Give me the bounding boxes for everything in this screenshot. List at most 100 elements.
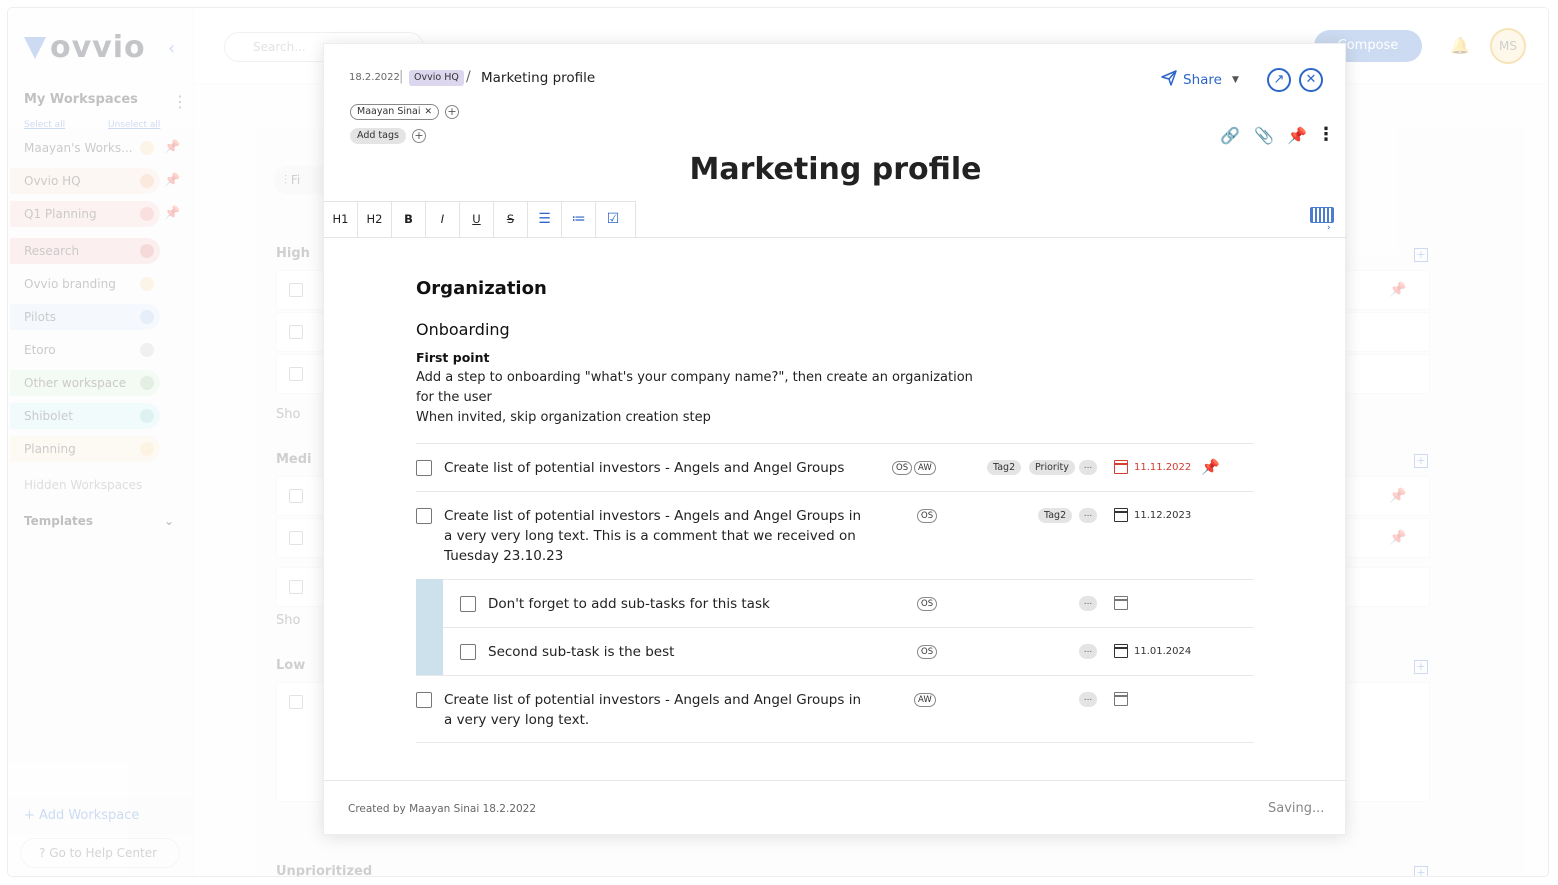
workspace-item[interactable]: Planning [10, 436, 160, 462]
workspace-item[interactable]: Other workspace [10, 370, 160, 396]
heading-1[interactable]: Organization [416, 278, 547, 299]
assignee-chip[interactable]: Maayan Sinai ✕ [350, 104, 440, 120]
paragraph[interactable]: When invited, skip organization creation… [416, 408, 996, 428]
h2-button[interactable]: H2 [358, 202, 392, 237]
due-date[interactable]: 11.11.2022 [1134, 462, 1191, 473]
checkbox[interactable] [289, 489, 303, 503]
bold-paragraph[interactable]: First point [416, 350, 489, 365]
link-add-icon[interactable]: 🔗 [1220, 126, 1240, 145]
task-checkbox[interactable] [416, 692, 432, 708]
task-text[interactable]: Create list of potential investors - Ang… [444, 458, 884, 478]
add-workspace-button[interactable]: + Add Workspace [8, 798, 194, 834]
workspace-item[interactable]: Ovvio branding [10, 271, 160, 297]
add-card-icon[interactable]: + [1414, 866, 1428, 876]
help-center-button[interactable]: ? Go to Help Center [20, 838, 180, 868]
h1-button[interactable]: H1 [324, 202, 358, 237]
checkbox[interactable] [289, 367, 303, 381]
workspace-item[interactable]: Pilots [10, 304, 160, 330]
pin-icon[interactable]: 📌 [1389, 530, 1406, 546]
workspace-item[interactable]: Research [10, 238, 160, 264]
numbered-list-icon[interactable]: ☰ [528, 202, 562, 237]
task-text[interactable]: Second sub-task is the best [488, 642, 868, 662]
avatar[interactable]: MS [1490, 28, 1526, 64]
keyboard-icon[interactable] [1310, 207, 1334, 223]
workspace-item[interactable]: Q1 Planning [10, 201, 160, 227]
bold-button[interactable]: B [392, 202, 426, 237]
checkbox[interactable] [289, 325, 303, 339]
workspace-item[interactable]: Maayan's Works... [10, 135, 160, 161]
due-date[interactable]: 11.12.2023 [1134, 510, 1191, 521]
checkbox[interactable] [289, 531, 303, 545]
pin-icon[interactable]: 📌 [164, 206, 180, 221]
open-fullscreen-icon[interactable]: ↗ [1267, 68, 1291, 92]
remove-icon[interactable]: ✕ [424, 107, 432, 117]
add-card-icon[interactable]: + [1414, 454, 1428, 468]
task-checkbox[interactable] [460, 596, 476, 612]
assignee-badge[interactable]: OS [917, 597, 938, 611]
add-card-icon[interactable]: + [1414, 248, 1428, 262]
hidden-workspaces[interactable]: Hidden Workspaces [24, 478, 142, 492]
add-tags-chip[interactable]: Add tags [350, 128, 406, 144]
tag-chip[interactable]: Tag2 [1038, 508, 1073, 523]
tag-chip[interactable]: Priority [1029, 460, 1075, 475]
add-due-date-icon[interactable] [1114, 596, 1128, 610]
assignee-badge[interactable]: OS [917, 645, 938, 659]
assignee-badge[interactable]: OS [892, 461, 913, 475]
due-date[interactable]: 11.01.2024 [1134, 646, 1191, 657]
task-text[interactable]: Don't forget to add sub-tasks for this t… [488, 594, 868, 614]
page-title[interactable]: Marketing profile [324, 152, 1347, 187]
checkbox[interactable] [289, 695, 303, 709]
pin-icon[interactable]: 📌 [1389, 488, 1406, 504]
more-tags-chip[interactable]: ... [1079, 596, 1097, 611]
bell-icon[interactable]: 🔔 [1450, 36, 1470, 55]
task-text[interactable]: Create list of potential investors - Ang… [444, 506, 864, 566]
subtask-row[interactable]: Second sub-task is the best OS ... 11.01… [443, 627, 1254, 675]
show-more[interactable]: Sho [276, 407, 300, 422]
task-checkbox[interactable] [460, 644, 476, 660]
pin-icon[interactable]: 📌 [1201, 458, 1220, 476]
assignee-badge[interactable]: OS [917, 509, 938, 523]
heading-2[interactable]: Onboarding [416, 320, 510, 339]
collapse-sidebar-icon[interactable]: ‹ [168, 38, 175, 59]
pin-icon[interactable]: 📌 [1389, 282, 1406, 298]
select-all-link[interactable]: Select all [24, 120, 65, 130]
calendar-icon[interactable] [1114, 508, 1128, 522]
task-row[interactable]: Create list of potential investors - Ang… [416, 443, 1254, 491]
assignee-badge[interactable]: AW [914, 693, 936, 707]
workspace-item[interactable]: Ovvio HQ [10, 168, 160, 194]
task-checkbox[interactable] [416, 460, 432, 476]
workspace-item[interactable]: Shibolet [10, 403, 160, 429]
checkbox[interactable] [289, 580, 303, 594]
breadcrumb-workspace[interactable]: Ovvio HQ [409, 70, 464, 86]
bullet-list-icon[interactable]: ≔ [562, 202, 596, 237]
pin-icon[interactable]: 📌 [164, 140, 180, 155]
more-options-icon[interactable]: ⋮ [1317, 126, 1335, 144]
add-assignee-button[interactable]: + [445, 105, 459, 119]
task-row[interactable]: Create list of potential investors - Ang… [416, 675, 1254, 743]
templates-section[interactable]: Templates ⌄ [24, 514, 174, 528]
checkbox-list-icon[interactable]: ☑ [596, 202, 630, 237]
more-tags-chip[interactable]: ... [1079, 460, 1097, 475]
italic-button[interactable]: I [426, 202, 460, 237]
task-checkbox[interactable] [416, 508, 432, 524]
calendar-icon[interactable] [1114, 460, 1128, 474]
task-text[interactable]: Create list of potential investors - Ang… [444, 690, 864, 730]
share-button[interactable]: Share ▼ [1161, 70, 1239, 90]
checkbox[interactable] [289, 283, 303, 297]
underline-button[interactable]: U [460, 202, 494, 237]
more-tags-chip[interactable]: ... [1079, 508, 1097, 523]
pin-icon[interactable]: 📌 [1287, 126, 1307, 145]
more-tags-chip[interactable]: ... [1079, 644, 1097, 659]
unselect-all-link[interactable]: Unselect all [108, 120, 160, 130]
close-icon[interactable]: ✕ [1299, 68, 1323, 92]
tag-chip[interactable]: Tag2 [987, 460, 1022, 475]
add-due-date-icon[interactable] [1114, 692, 1128, 706]
strikethrough-button[interactable]: S [494, 202, 528, 237]
more-tags-chip[interactable]: ... [1079, 692, 1097, 707]
workspaces-more-icon[interactable]: ⋮ [172, 92, 188, 111]
assignee-badge[interactable]: AW [914, 461, 936, 475]
add-card-icon[interactable]: + [1414, 660, 1428, 674]
subtask-row[interactable]: Don't forget to add sub-tasks for this t… [443, 579, 1254, 627]
add-tag-button[interactable]: + [412, 129, 426, 143]
pin-icon[interactable]: 📌 [164, 173, 180, 188]
